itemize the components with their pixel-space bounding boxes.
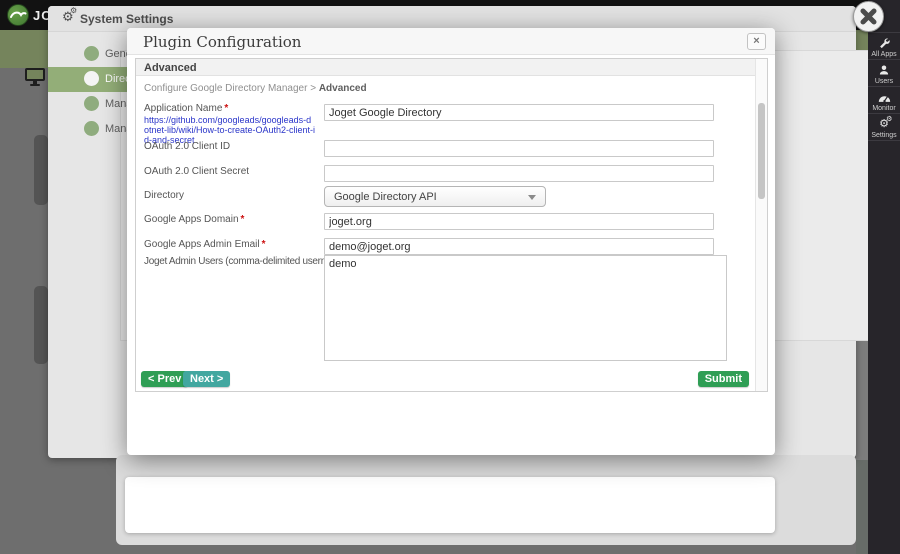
field-label-google-apps-domain: Google Apps Domain * [144, 214, 245, 225]
field-label-application-name: Application Name * [144, 103, 229, 114]
cogs-icon: ⚙ ⚙ [62, 6, 78, 25]
cogs-icon: ⚙ ⚙ [879, 114, 893, 130]
field-label-admin-email: Google Apps Admin Email * [144, 239, 266, 250]
form-scrollbar-thumb[interactable] [758, 103, 765, 199]
directory-select[interactable]: Google Directory API [324, 186, 546, 207]
form-scrollbar-track[interactable] [755, 59, 767, 391]
wrench-icon [878, 37, 890, 49]
form-section-title: Advanced [144, 62, 197, 74]
oauth-client-id-input[interactable] [324, 140, 714, 157]
user-icon [878, 64, 890, 76]
system-settings-title: System Settings [80, 12, 174, 26]
monitor-icon [24, 67, 46, 87]
sidebar-item-all-apps[interactable]: All Apps [868, 33, 900, 60]
joget-admin-users-textarea[interactable]: demo [324, 255, 727, 361]
gauge-icon [878, 91, 891, 103]
required-asterisk: * [240, 214, 245, 225]
sidebar-item-settings[interactable]: ⚙ ⚙ Settings [868, 114, 900, 141]
directory-select-value: Google Directory API [334, 191, 437, 203]
logo-swirl [10, 11, 27, 18]
sidebar-item-users[interactable]: Users [868, 60, 900, 87]
menu-bullet-icon [84, 46, 99, 61]
google-apps-domain-input[interactable] [324, 213, 714, 230]
required-asterisk: * [261, 239, 266, 250]
page-scrollbar-track [856, 460, 868, 554]
menu-bullet-icon [84, 121, 99, 136]
field-label-client-id: OAuth 2.0 Client ID [144, 141, 231, 152]
form-section-header: Advanced [136, 59, 767, 76]
sidebar-item-monitor[interactable]: Monitor [868, 87, 900, 114]
required-asterisk: * [224, 103, 229, 114]
chevron-down-icon [528, 195, 536, 200]
google-apps-admin-email-input[interactable] [324, 238, 714, 255]
field-label-client-secret: OAuth 2.0 Client Secret [144, 166, 250, 177]
dimmed-card-edge [34, 286, 48, 364]
breadcrumb: Configure Google Directory Manager > Adv… [144, 83, 367, 94]
oauth-client-secret-input[interactable] [324, 165, 714, 182]
dimmed-card-edge [34, 135, 48, 205]
close-x-icon [860, 8, 877, 25]
screen: JOGET ⚙⚙ System Settings General Setting… [0, 0, 900, 554]
plugin-form-panel: Advanced Configure Google Directory Mana… [135, 58, 768, 392]
menu-bullet-icon [84, 96, 99, 111]
background-card [125, 477, 775, 533]
overlay-close-button[interactable] [853, 1, 884, 32]
modal-close-button[interactable]: × [747, 33, 766, 50]
next-button[interactable]: Next > [183, 371, 231, 387]
menu-bullet-icon [84, 71, 99, 86]
prev-button[interactable]: < Prev [141, 371, 189, 387]
application-name-input[interactable] [324, 104, 714, 121]
joget-logo-icon[interactable] [7, 4, 29, 26]
modal-header: Plugin Configuration × [127, 28, 775, 55]
admin-right-sidebar: All Apps Users Monitor ⚙ ⚙ Settings [868, 0, 900, 554]
plugin-configuration-modal: Plugin Configuration × Advanced Configur… [127, 28, 775, 455]
field-label-joget-admin-users: Joget Admin Users (comma-delimited usern… [144, 256, 353, 267]
modal-title: Plugin Configuration [143, 33, 302, 51]
submit-button[interactable]: Submit [697, 371, 749, 387]
field-label-directory: Directory [144, 190, 185, 201]
